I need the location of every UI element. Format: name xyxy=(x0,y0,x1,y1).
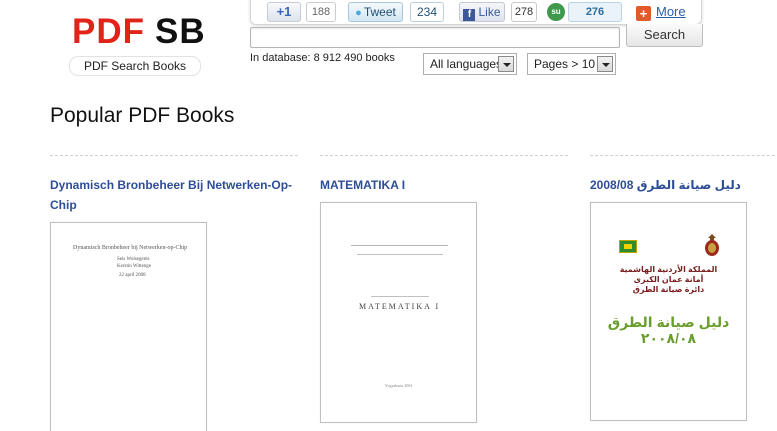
cover-text: Sels Wolsegems xyxy=(117,257,150,262)
pages-select[interactable]: Pages > 10 xyxy=(527,53,616,75)
divider xyxy=(320,155,568,156)
logo-sb-text: SB xyxy=(155,12,206,51)
divider xyxy=(590,155,777,156)
language-select[interactable]: All languages xyxy=(423,53,517,75)
divider xyxy=(50,155,298,156)
cover-text: Yogyakarta 2004 xyxy=(385,383,413,388)
cover-text: Dynamisch Bronbeheer bij Netwerken-op-Ch… xyxy=(73,245,188,251)
language-select-value: All languages xyxy=(430,57,503,71)
book-title-link[interactable]: MATEMATIKA I xyxy=(320,175,568,195)
book-title-link[interactable]: دليل صيانة الطرق 2008/08 xyxy=(590,175,741,195)
more-share-link[interactable]: + More xyxy=(636,3,686,23)
cover-line xyxy=(371,296,429,297)
pages-select-value: Pages > 10 xyxy=(534,57,596,71)
book-card: دليل صيانة الطرق 2008/08 المملكة الأردني… xyxy=(590,155,777,431)
logo-tagline: PDF Search Books xyxy=(69,56,201,76)
social-share-bar: +1 188 ● Tweet 234 f Like 278 su 276 + More xyxy=(250,0,702,25)
facebook-icon: f xyxy=(463,9,476,21)
plus-icon: + xyxy=(636,6,651,21)
cover-text: Kerstin Wittenge xyxy=(117,264,152,269)
facebook-like-count: 278 xyxy=(511,2,537,22)
cover-line xyxy=(351,245,448,246)
tweet-count: 234 xyxy=(410,2,444,22)
facebook-like-button[interactable]: f Like xyxy=(459,2,505,22)
logo-pdf-text: PDF xyxy=(72,12,145,51)
database-count: In database: 8 912 490 books xyxy=(250,52,395,64)
cover-text: 22 april 2008 xyxy=(119,273,146,278)
cover-text: أمانة عمان الكبرى xyxy=(633,275,704,284)
database-books-count: 8 912 490 books xyxy=(313,52,395,64)
book-cover-thumbnail[interactable]: MATEMATIKA I Yogyakarta 2004 xyxy=(320,202,477,423)
cover-text: المملكة الأردنية الهاشمية xyxy=(619,265,718,274)
chevron-down-icon[interactable] xyxy=(597,56,613,72)
more-label: More xyxy=(656,4,686,19)
book-title-link[interactable]: Dynamisch Bronbeheer Bij Netwerken-Op-Ch… xyxy=(50,175,298,215)
cover-text: MATEMATIKA I xyxy=(359,302,441,311)
search-button[interactable]: Search xyxy=(626,24,703,47)
google-plus-button[interactable]: +1 xyxy=(267,2,301,22)
twitter-bird-icon: ● xyxy=(355,7,362,19)
book-card: MATEMATIKA I MATEMATIKA I Yogyakarta 200… xyxy=(320,155,570,431)
tweet-label: Tweet xyxy=(363,5,396,19)
flag-icon xyxy=(619,240,637,253)
cover-text: ٢٠٠٨/٠٨ xyxy=(640,330,697,346)
site-logo[interactable]: PDF SB xyxy=(72,14,206,50)
chevron-down-icon[interactable] xyxy=(498,56,514,72)
book-cover-thumbnail[interactable]: المملكة الأردنية الهاشمية أمانة عمان الك… xyxy=(590,202,747,421)
google-plus-count: 188 xyxy=(306,2,336,22)
cover-text: دليل صيانة الطرق xyxy=(607,314,730,330)
book-card: Dynamisch Bronbeheer Bij Netwerken-Op-Ch… xyxy=(50,155,300,431)
emblem-icon xyxy=(705,234,719,256)
database-label: In database: xyxy=(250,52,311,64)
search-input[interactable] xyxy=(250,27,620,48)
cover-line xyxy=(357,254,443,255)
book-cover-thumbnail[interactable]: Dynamisch Bronbeheer bij Netwerken-op-Ch… xyxy=(50,222,207,431)
section-title: Popular PDF Books xyxy=(50,104,235,127)
stumbleupon-count: 276 xyxy=(568,2,622,22)
cover-text: دائرة صيانة الطرق xyxy=(632,285,705,294)
stumbleupon-icon[interactable]: su xyxy=(547,3,565,21)
tweet-button[interactable]: ● Tweet xyxy=(348,2,403,22)
like-label: Like xyxy=(478,5,501,19)
